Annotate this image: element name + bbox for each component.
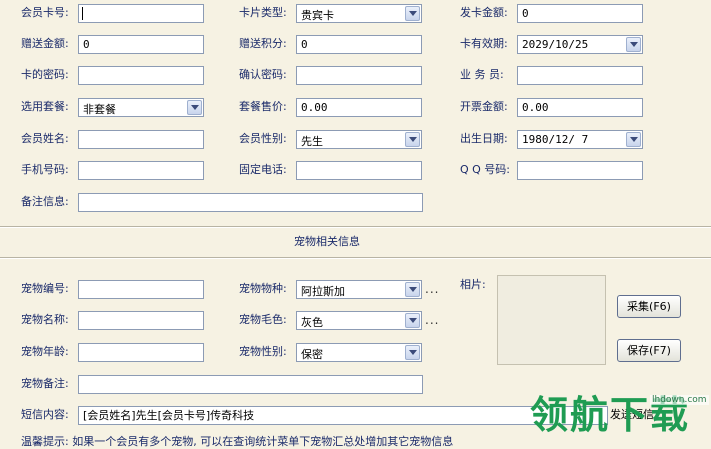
chevron-down-icon[interactable] [626,132,641,147]
password-label: 卡的密码: [21,68,69,81]
phone-label: 固定电话: [239,163,287,176]
card-no-label: 会员卡号: [21,6,69,19]
watermark-url: lhdown.com [650,395,709,405]
pet-gender-select[interactable]: 保密 [296,343,422,362]
pet-photo-frame [497,275,606,365]
capture-button[interactable]: 采集(F6) [617,295,681,318]
package-label: 选用套餐: [21,100,69,113]
chevron-down-icon[interactable] [187,100,202,115]
chevron-down-icon[interactable] [626,37,641,52]
pet-breed-more-button[interactable]: ... [425,282,439,296]
chevron-down-icon[interactable] [405,282,420,297]
pet-no-input[interactable] [78,280,204,299]
photo-label: 相片: [460,278,486,291]
pet-gender-label: 宠物性别: [239,345,287,358]
mobile-input[interactable] [78,161,204,180]
salesperson-input[interactable] [517,66,643,85]
package-price-input[interactable]: 0.00 [296,98,422,117]
qq-label: Q Q 号码: [460,163,511,176]
pet-section-title: 宠物相关信息 [294,235,360,248]
pet-color-more-button[interactable]: ... [425,313,439,327]
invoice-amount-label: 开票金额: [460,100,508,113]
sms-label: 短信内容: [21,408,69,421]
pet-breed-select[interactable]: 阿拉斯加 [296,280,422,299]
chevron-down-icon[interactable] [405,313,420,328]
gift-points-label: 赠送积分: [239,37,287,50]
pet-breed-label: 宠物物种: [239,282,287,295]
qq-input[interactable] [517,161,643,180]
card-type-label: 卡片类型: [239,6,287,19]
mobile-label: 手机号码: [21,163,69,176]
chevron-down-icon[interactable] [405,345,420,360]
remark-label: 备注信息: [21,195,69,208]
pet-name-label: 宠物名称: [21,313,69,326]
pet-remark-label: 宠物备注: [21,377,69,390]
watermark-logo: 领航下载 [530,392,691,437]
validity-label: 卡有效期: [460,37,508,50]
pet-age-input[interactable] [78,343,204,362]
member-gender-label: 会员性别: [239,132,287,145]
gift-amount-input[interactable]: 0 [78,35,204,54]
validity-date-picker[interactable]: 2029/10/25 [517,35,643,54]
salesperson-label: 业 务 员: [460,68,504,81]
invoice-amount-input[interactable]: 0.00 [517,98,643,117]
confirm-password-input[interactable] [296,66,422,85]
issue-amount-label: 发卡金额: [460,6,508,19]
package-price-label: 套餐售价: [239,100,287,113]
pet-no-label: 宠物编号: [21,282,69,295]
pet-color-label: 宠物毛色: [239,313,287,326]
member-name-label: 会员姓名: [21,132,69,145]
pet-name-input[interactable] [78,311,204,330]
text-caret [82,7,83,20]
remark-input[interactable] [78,193,423,212]
card-no-input[interactable] [78,4,204,23]
pet-age-label: 宠物年龄: [21,345,69,358]
chevron-down-icon[interactable] [405,132,420,147]
issue-amount-input[interactable]: 0 [517,4,643,23]
gift-amount-label: 赠送金额: [21,37,69,50]
password-input[interactable] [78,66,204,85]
birthday-date-picker[interactable]: 1980/12/ 7 [517,130,643,149]
tip-text: 温馨提示: 如果一个会员有多个宠物, 可以在查询统计菜单下宠物汇总处增加其它宠物… [21,435,454,448]
gift-points-input[interactable]: 0 [296,35,422,54]
package-select[interactable]: 非套餐 [78,98,204,117]
save-button[interactable]: 保存(F7) [617,339,681,362]
sms-content-input[interactable]: [会员姓名]先生[会员卡号]传奇科技 [78,406,608,425]
confirm-password-label: 确认密码: [239,68,287,81]
phone-input[interactable] [296,161,422,180]
card-type-select[interactable]: 贵宾卡 [296,4,422,23]
pet-remark-input[interactable] [78,375,423,394]
birthday-label: 出生日期: [460,132,508,145]
pet-color-select[interactable]: 灰色 [296,311,422,330]
chevron-down-icon[interactable] [405,6,420,21]
member-gender-select[interactable]: 先生 [296,130,422,149]
member-name-input[interactable] [78,130,204,149]
